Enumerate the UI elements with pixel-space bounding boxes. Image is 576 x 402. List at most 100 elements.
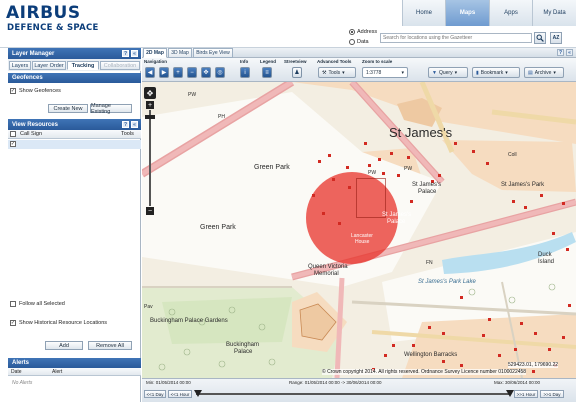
time-slider-track[interactable] (196, 393, 510, 395)
tab-birds-eye-view[interactable]: Birds Eye View (193, 48, 233, 58)
resource-marker[interactable] (534, 332, 537, 335)
remove-all-button[interactable]: Remove All (88, 341, 132, 350)
resource-marker[interactable] (454, 142, 457, 145)
tab-3d-map[interactable]: 3D Map (168, 48, 192, 58)
forward-1-day-button[interactable]: >>1 Day (540, 390, 564, 398)
resource-marker[interactable] (442, 332, 445, 335)
resource-marker[interactable] (312, 194, 315, 197)
resource-marker[interactable] (348, 186, 351, 189)
resource-marker[interactable] (486, 162, 489, 165)
follow-all-checkbox[interactable] (10, 301, 16, 307)
resource-marker[interactable] (460, 296, 463, 299)
row-checkbox[interactable]: ✓ (10, 141, 16, 147)
az-button[interactable]: AZ (550, 32, 562, 44)
show-historical-checkbox[interactable]: ✓ (10, 320, 16, 326)
resource-marker[interactable] (392, 344, 395, 347)
resource-marker[interactable] (442, 360, 445, 363)
pan-icon[interactable]: ✥ (201, 67, 211, 78)
resource-marker[interactable] (540, 194, 543, 197)
resource-marker[interactable] (364, 142, 367, 145)
nav-maps[interactable]: Maps (445, 0, 489, 26)
tab-tracking[interactable]: Tracking (67, 61, 99, 70)
nav-home[interactable]: Home (402, 0, 445, 26)
zoom-in-icon[interactable]: + (173, 67, 183, 78)
resource-marker[interactable] (438, 174, 441, 177)
streetview-person-icon[interactable]: ♟ (292, 67, 302, 78)
zoom-slider[interactable]: ✥ + − (144, 87, 156, 217)
resource-marker[interactable] (378, 158, 381, 161)
resource-marker[interactable] (472, 150, 475, 153)
zoom-handle[interactable] (145, 115, 155, 119)
query-dropdown[interactable]: ▼ Query ▾ (428, 67, 468, 78)
resource-marker[interactable] (514, 348, 517, 351)
create-geofence-button[interactable]: Create New (48, 104, 88, 113)
resource-marker[interactable] (520, 322, 523, 325)
resource-marker[interactable] (397, 174, 400, 177)
resource-marker[interactable] (384, 354, 387, 357)
resource-marker[interactable] (488, 318, 491, 321)
resource-marker[interactable] (566, 248, 569, 251)
resource-marker[interactable] (548, 348, 551, 351)
manage-geofences-button[interactable]: Manage Existing (90, 103, 132, 115)
resource-marker[interactable] (322, 212, 325, 215)
advanced-tools-dropdown[interactable]: ⚒ Tools ▾ (318, 67, 356, 78)
legend-icon[interactable]: ≡ (262, 67, 272, 78)
collapse-icon[interactable]: « (131, 121, 138, 128)
show-geofences-checkbox[interactable]: ✓ (10, 88, 16, 94)
collapse-icon[interactable]: « (131, 50, 138, 57)
resource-marker[interactable] (407, 156, 410, 159)
tab-2d-map[interactable]: 2D Map (143, 48, 167, 58)
resource-marker[interactable] (318, 160, 321, 163)
info-icon[interactable]: i (240, 67, 250, 78)
resource-marker[interactable] (568, 304, 571, 307)
nav-my-data[interactable]: My Data (532, 0, 576, 26)
bookmark-dropdown[interactable]: ▮ Bookmark ▾ (472, 67, 520, 78)
forward-1-hour-button[interactable]: >>1 Hour (514, 390, 538, 398)
back-1-hour-button[interactable]: <<1 Hour (168, 390, 192, 398)
pan-control-icon[interactable]: ✥ (144, 87, 156, 99)
zoom-out-icon[interactable]: − (187, 67, 197, 78)
zoom-out-icon[interactable]: − (146, 207, 154, 215)
search-button[interactable] (534, 32, 546, 44)
help-icon[interactable]: ? (122, 121, 129, 128)
address-radio[interactable] (349, 29, 355, 35)
resource-marker[interactable] (412, 344, 415, 347)
forward-arrow-icon[interactable]: ▶ (159, 67, 169, 78)
data-radio[interactable] (349, 39, 355, 45)
time-slider-end-handle[interactable] (506, 390, 514, 397)
resource-marker[interactable] (390, 152, 393, 155)
resource-marker[interactable] (346, 166, 349, 169)
resource-marker[interactable] (428, 326, 431, 329)
time-slider-start-handle[interactable] (194, 390, 202, 397)
resource-marker[interactable] (338, 222, 341, 225)
resource-marker[interactable] (552, 232, 555, 235)
tab-layers[interactable]: Layers (9, 61, 31, 70)
resource-marker[interactable] (562, 202, 565, 205)
resource-marker[interactable] (382, 172, 385, 175)
archive-dropdown[interactable]: ▤ Archive ▾ (524, 67, 564, 78)
resource-marker[interactable] (498, 354, 501, 357)
resource-marker[interactable] (328, 154, 331, 157)
resource-marker[interactable] (562, 336, 565, 339)
select-all-checkbox[interactable] (10, 131, 16, 137)
zoom-track[interactable] (149, 110, 151, 206)
zoom-in-icon[interactable]: + (146, 101, 154, 109)
resource-marker[interactable] (368, 164, 371, 167)
tab-layer-order[interactable]: Layer Order (32, 61, 66, 70)
resource-marker[interactable] (512, 200, 515, 203)
resources-table-row[interactable] (8, 140, 141, 149)
help-icon[interactable]: ? (122, 50, 129, 57)
nav-apps[interactable]: Apps (489, 0, 532, 26)
map-canvas[interactable]: St James's Green Park Green Park St Jame… (142, 82, 576, 378)
full-extent-icon[interactable]: ◎ (215, 67, 225, 78)
back-arrow-icon[interactable]: ◀ (145, 67, 155, 78)
resource-marker[interactable] (410, 200, 413, 203)
back-1-day-button[interactable]: <<1 Day (144, 390, 166, 398)
scale-select[interactable]: 1:3778 ▾ (362, 67, 408, 78)
gazetteer-search-input[interactable] (380, 33, 532, 43)
resource-marker[interactable] (482, 334, 485, 337)
resource-marker[interactable] (524, 206, 527, 209)
col-call-sign[interactable]: Call Sign (20, 131, 42, 137)
collapse-icon[interactable]: « (566, 49, 573, 56)
add-resource-button[interactable]: Add (45, 341, 83, 350)
